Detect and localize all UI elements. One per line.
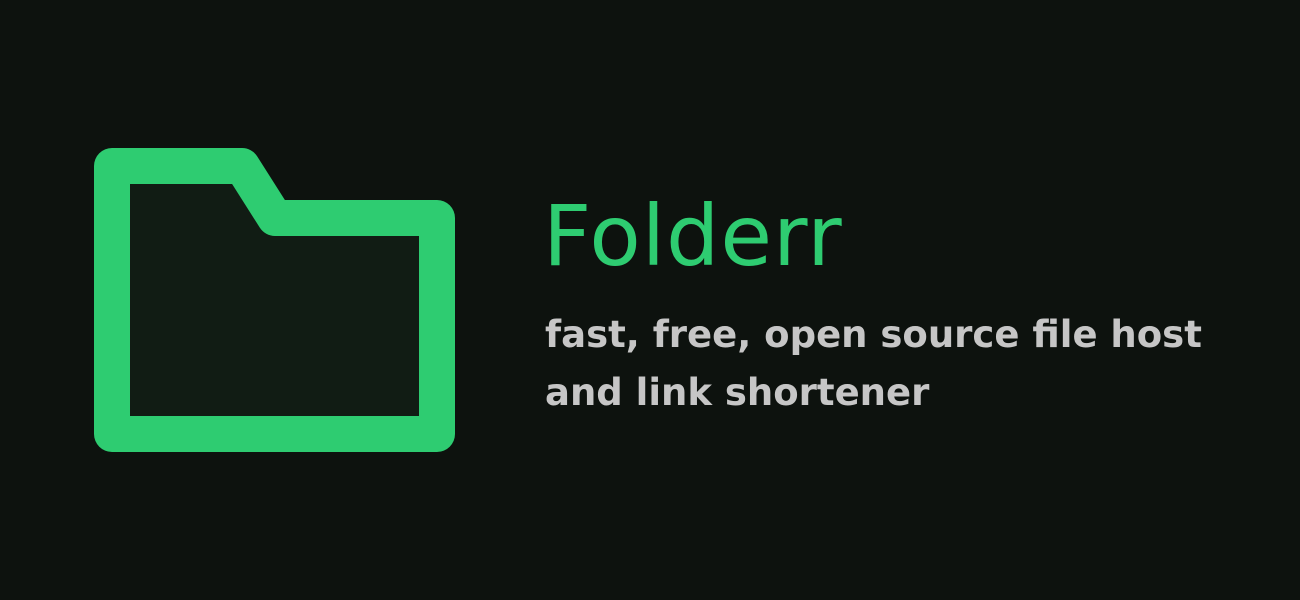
folder-icon [94, 148, 455, 452]
banner: Folderr fast, free, open source file hos… [0, 0, 1300, 600]
tagline-line-2: and link shortener [545, 371, 930, 414]
brand-text: Folderr fast, free, open source file hos… [543, 186, 1283, 422]
app-title: Folderr [543, 187, 843, 285]
tagline: fast, free, open source file host and li… [545, 306, 1283, 422]
tagline-line-1: fast, free, open source file host [545, 313, 1202, 356]
